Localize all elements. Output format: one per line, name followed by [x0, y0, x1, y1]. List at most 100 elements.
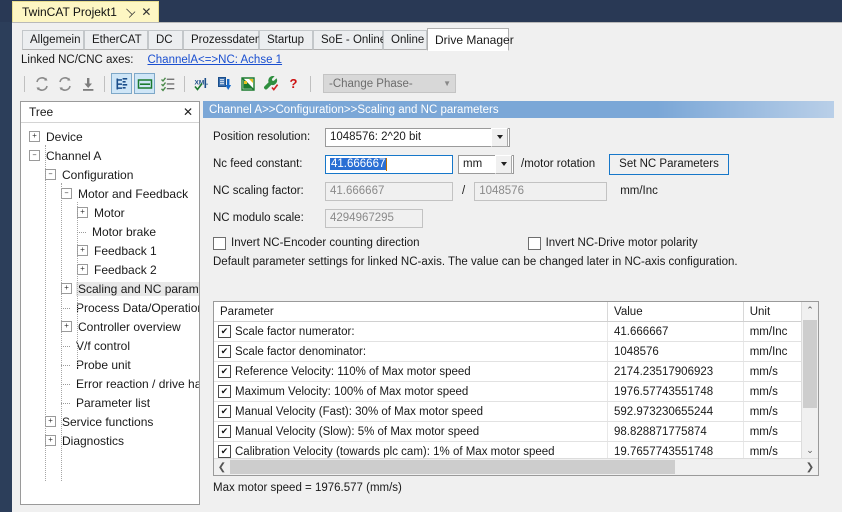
close-icon[interactable]: ✕	[183, 105, 193, 119]
collapse-icon[interactable]: –	[29, 150, 40, 161]
tab-label: Startup	[267, 34, 305, 46]
tree-item-motor-brake[interactable]: Motor brake	[21, 222, 199, 241]
expand-icon[interactable]: +	[61, 283, 72, 294]
grid-cell-parameter: ✔ Scale factor denominator:	[214, 342, 609, 361]
collapse-icon[interactable]: –	[61, 188, 72, 199]
checklist-icon[interactable]	[157, 73, 178, 94]
default-parameter-note: Default parameter settings for linked NC…	[213, 256, 738, 268]
tree-item-v-f-control[interactable]: V/f control	[21, 336, 199, 355]
parameter-grid: Parameter Value Unit ✔ Scale factor numer…	[213, 301, 819, 476]
chevron-down-icon[interactable]: ⌄	[802, 442, 818, 458]
chevron-left-icon[interactable]: ❮	[214, 462, 230, 473]
import-arrow-icon[interactable]	[214, 73, 235, 94]
nc-scaling-factor-denominator-input[interactable]: 1048576	[474, 181, 608, 201]
parameter-label: Calibration Velocity (towards plc cam): …	[235, 445, 555, 458]
grid-horizontal-scrollbar[interactable]: ❮ ❯	[214, 458, 818, 475]
expand-icon[interactable]: +	[77, 245, 88, 256]
tree-item-label: Service functions	[62, 414, 154, 429]
tree-item-process-data-operation-mode[interactable]: Process Data/Operation mode	[21, 298, 199, 317]
close-icon[interactable]: ✕	[141, 6, 151, 18]
grid-header-value: Value	[608, 302, 744, 321]
row-checkbox[interactable]: ✔	[218, 405, 231, 418]
scrollbar-thumb[interactable]	[230, 460, 675, 474]
nc-feed-constant-unit-combo[interactable]: mm	[458, 154, 514, 174]
tab-online[interactable]: Online	[383, 30, 427, 50]
scrollbar-track[interactable]	[802, 318, 818, 442]
expand-icon[interactable]: +	[29, 131, 40, 142]
position-resolution-combo[interactable]: 1048576: 2^20 bit	[325, 127, 510, 147]
row-checkbox[interactable]: ✔	[218, 385, 231, 398]
table-row[interactable]: ✔ Scale factor numerator: 41.666667 mm/Inc	[214, 322, 801, 342]
change-phase-value: -Change Phase-	[329, 77, 413, 90]
table-row[interactable]: ✔ Manual Velocity (Slow): 5% of Max motor…	[214, 422, 801, 442]
table-row[interactable]: ✔ Maximum Velocity: 100% of Max motor spe…	[214, 382, 801, 402]
tree-item-configuration[interactable]: – Configuration	[21, 165, 199, 184]
compare-icon[interactable]	[237, 73, 258, 94]
refresh-icon[interactable]	[31, 73, 52, 94]
tree-item-diagnostics[interactable]: + Diagnostics	[21, 431, 199, 450]
table-row[interactable]: ✔ Manual Velocity (Fast): 30% of Max moto…	[214, 402, 801, 422]
row-checkbox[interactable]: ✔	[218, 325, 231, 338]
tree-item-feedback-2[interactable]: + Feedback 2	[21, 260, 199, 279]
table-row[interactable]: ✔ Scale factor denominator: 1048576 mm/Inc	[214, 342, 801, 362]
tab-ethercat[interactable]: EtherCAT	[84, 30, 148, 50]
document-tab-twincat-projekt1[interactable]: TwinCAT Projekt1 ⊣ ✕	[12, 1, 160, 22]
tree-item-probe-unit[interactable]: Probe unit	[21, 355, 199, 374]
nc-scaling-factor-numerator-input[interactable]: 41.666667	[325, 181, 453, 201]
help-icon[interactable]: ?	[283, 73, 304, 94]
collapse-icon[interactable]: –	[45, 169, 56, 180]
nc-feed-constant-input[interactable]: 41.666667	[325, 154, 453, 174]
tree-item-error-reaction-drive-halt[interactable]: Error reaction / drive halt	[21, 374, 199, 393]
expand-icon[interactable]: +	[45, 416, 56, 427]
list-view-icon[interactable]	[134, 73, 155, 94]
toolbar-separator	[184, 75, 185, 92]
tree-panel: Tree ✕ + Device – Channel A – Configuration – M…	[20, 101, 200, 505]
tab-prozessdaten[interactable]: Prozessdaten	[183, 30, 261, 50]
tab-dc[interactable]: DC	[148, 30, 183, 50]
row-checkbox[interactable]: ✔	[218, 425, 231, 438]
tree-item-motor[interactable]: + Motor	[21, 203, 199, 222]
tree-item-service-functions[interactable]: + Service functions	[21, 412, 199, 431]
tab-startup[interactable]: Startup	[259, 30, 313, 50]
reload-icon[interactable]	[54, 73, 75, 94]
pin-icon[interactable]: ⊣	[121, 3, 138, 20]
tree-item-feedback-1[interactable]: + Feedback 1	[21, 241, 199, 260]
row-checkbox[interactable]: ✔	[218, 365, 231, 378]
tree-item-parameter-list[interactable]: Parameter list	[21, 393, 199, 412]
row-checkbox[interactable]: ✔	[218, 445, 231, 458]
tree-item-channel-a[interactable]: – Channel A	[21, 146, 199, 165]
table-row[interactable]: ✔ Reference Velocity: 110% of Max motor s…	[214, 362, 801, 382]
scrollbar-track[interactable]	[230, 460, 802, 474]
chevron-right-icon[interactable]: ❯	[802, 462, 818, 473]
expand-icon[interactable]: +	[45, 435, 56, 446]
tree-leaf-marker	[61, 345, 70, 348]
linked-axes-link[interactable]: ChannelA<=>NC: Achse 1	[147, 54, 282, 66]
nc-modulo-scale-input[interactable]: 4294967295	[325, 208, 423, 228]
expand-icon[interactable]: +	[77, 207, 88, 218]
download-icon[interactable]	[77, 73, 98, 94]
tree-view-icon[interactable]	[111, 73, 132, 94]
tab-allgemein[interactable]: Allgemein	[22, 30, 84, 50]
xml-export-icon[interactable]: XML	[191, 73, 212, 94]
tree-item-device[interactable]: + Device	[21, 127, 199, 146]
chevron-up-icon[interactable]: ⌃	[802, 302, 818, 318]
wrench-icon[interactable]	[260, 73, 281, 94]
expand-icon[interactable]: +	[61, 321, 72, 332]
tree-item-motor-and-feedback[interactable]: – Motor and Feedback	[21, 184, 199, 203]
invert-drive-polarity-checkbox[interactable]	[527, 236, 541, 250]
tab-label: DC	[156, 34, 173, 46]
invert-encoder-checkbox[interactable]	[213, 236, 226, 250]
row-checkbox[interactable]: ✔	[218, 345, 231, 358]
tab-label: Drive Manager	[435, 32, 514, 47]
set-nc-parameters-button[interactable]: Set NC Parameters	[609, 153, 729, 175]
grid-vertical-scrollbar[interactable]: ⌃ ⌄	[801, 302, 818, 458]
tree-item-controller-overview[interactable]: + Controller overview	[21, 317, 199, 336]
change-phase-combo[interactable]: -Change Phase- ▼	[323, 74, 456, 93]
tab-soe-online[interactable]: SoE - Online	[313, 30, 386, 50]
grid-rows: ✔ Scale factor numerator: 41.666667 mm/Inc ✔…	[214, 322, 801, 458]
expand-icon[interactable]: +	[77, 264, 88, 275]
tab-drive-manager[interactable]: Drive Manager	[427, 28, 514, 51]
table-row[interactable]: ✔ Calibration Velocity (towards plc cam):…	[214, 442, 801, 458]
scrollbar-thumb[interactable]	[803, 320, 817, 408]
tree-item-scaling-and-nc-parameters[interactable]: + Scaling and NC parameters	[21, 279, 199, 298]
